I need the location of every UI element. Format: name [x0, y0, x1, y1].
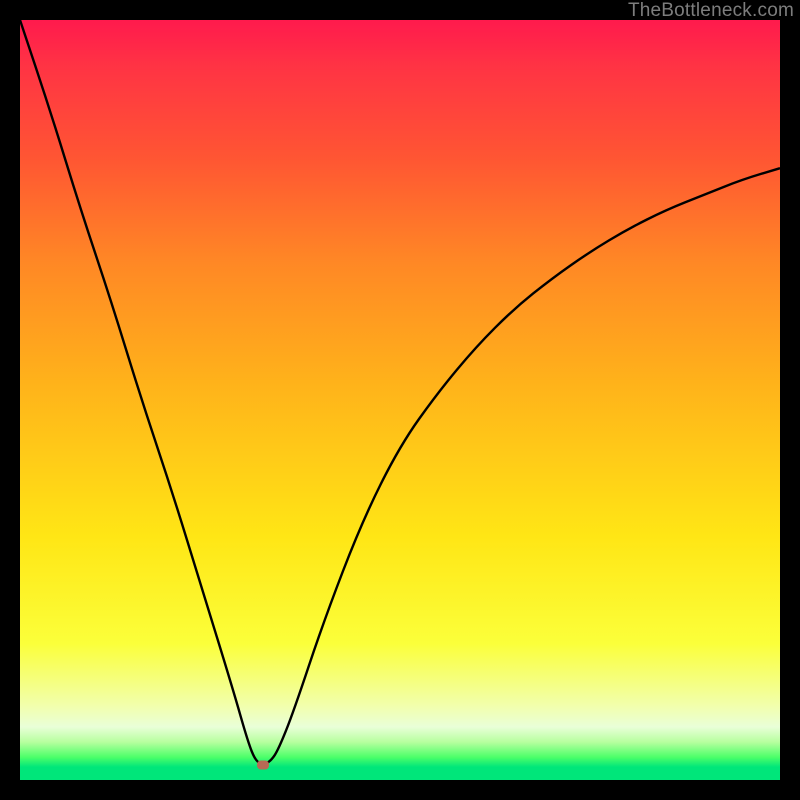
plot-area [20, 20, 780, 780]
bottleneck-curve [20, 20, 780, 764]
chart-frame: TheBottleneck.com [0, 0, 800, 800]
minimum-marker [257, 760, 269, 769]
attribution-label: TheBottleneck.com [628, 0, 794, 22]
curve-svg [20, 20, 780, 780]
